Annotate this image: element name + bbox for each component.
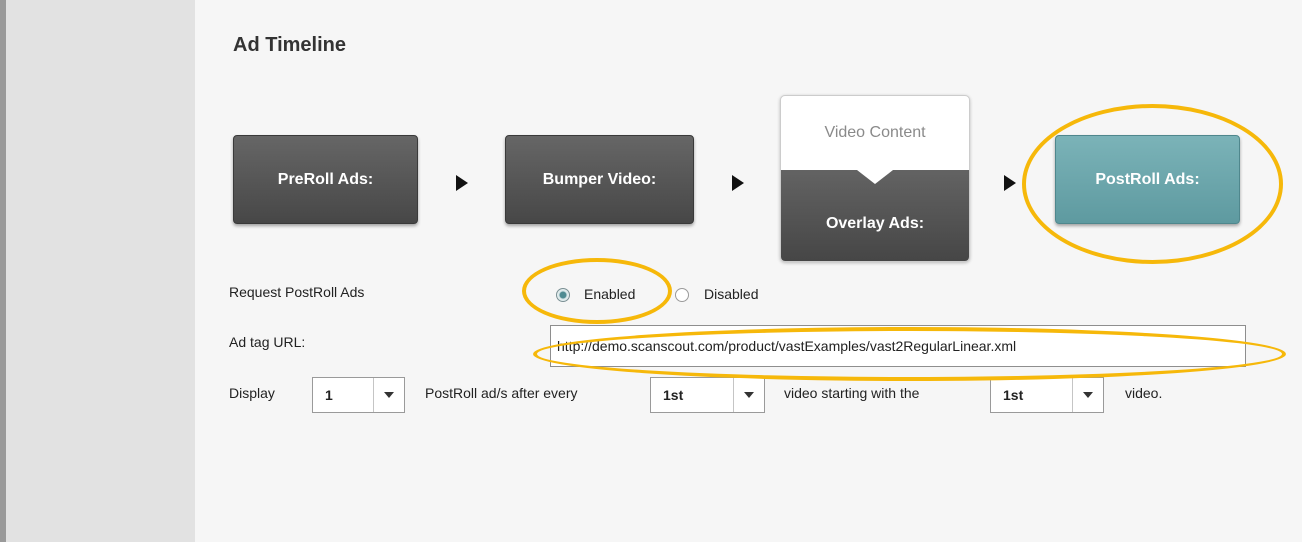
- ad-tag-url-input[interactable]: [550, 325, 1246, 367]
- overlay-ads-label: Overlay Ads:: [825, 215, 925, 232]
- postroll-ads-tile[interactable]: PostRoll Ads:: [1055, 135, 1240, 224]
- arrow-right-icon: [456, 175, 468, 191]
- preroll-ads-label: PreRoll Ads:: [277, 170, 374, 188]
- starting-video-value: 1st: [1003, 387, 1024, 403]
- section-title: Ad Timeline: [233, 34, 346, 56]
- chevron-down-icon: [744, 392, 754, 398]
- every-nth-video-value: 1st: [663, 387, 684, 403]
- sidebar: [6, 0, 195, 542]
- postroll-count-value: 1: [325, 387, 333, 403]
- postroll-ads-label: PostRoll Ads:: [1095, 170, 1200, 188]
- arrow-right-icon: [1004, 175, 1016, 191]
- starting-with-label: video starting with the: [784, 385, 920, 401]
- video-content-label: Video Content: [824, 124, 926, 141]
- postroll-count-select[interactable]: 1: [312, 377, 405, 413]
- notch-pointer-icon: [857, 170, 893, 184]
- bumper-video-tile[interactable]: Bumper Video:: [505, 135, 694, 224]
- dropdown-button[interactable]: [373, 378, 404, 412]
- starting-video-select[interactable]: 1st: [990, 377, 1104, 413]
- disabled-radio[interactable]: [675, 288, 689, 302]
- display-label: Display: [229, 385, 275, 401]
- disabled-radio-label[interactable]: Disabled: [704, 286, 758, 302]
- every-nth-video-select[interactable]: 1st: [650, 377, 765, 413]
- dropdown-button[interactable]: [1072, 378, 1103, 412]
- chevron-down-icon: [384, 392, 394, 398]
- video-content-box: Video Content Overlay Ads:: [780, 95, 970, 262]
- ad-tag-url-label: Ad tag URL:: [229, 334, 306, 350]
- main-panel: [195, 0, 1302, 542]
- preroll-ads-tile[interactable]: PreRoll Ads:: [233, 135, 418, 224]
- enabled-radio-label[interactable]: Enabled: [584, 286, 635, 302]
- after-every-label: PostRoll ad/s after every: [425, 385, 578, 401]
- dropdown-button[interactable]: [733, 378, 764, 412]
- enabled-radio[interactable]: [556, 288, 570, 302]
- video-label: video.: [1125, 385, 1163, 401]
- arrow-right-icon: [732, 175, 744, 191]
- request-postroll-label: Request PostRoll Ads: [229, 284, 365, 300]
- chevron-down-icon: [1083, 392, 1093, 398]
- bumper-video-label: Bumper Video:: [542, 170, 657, 188]
